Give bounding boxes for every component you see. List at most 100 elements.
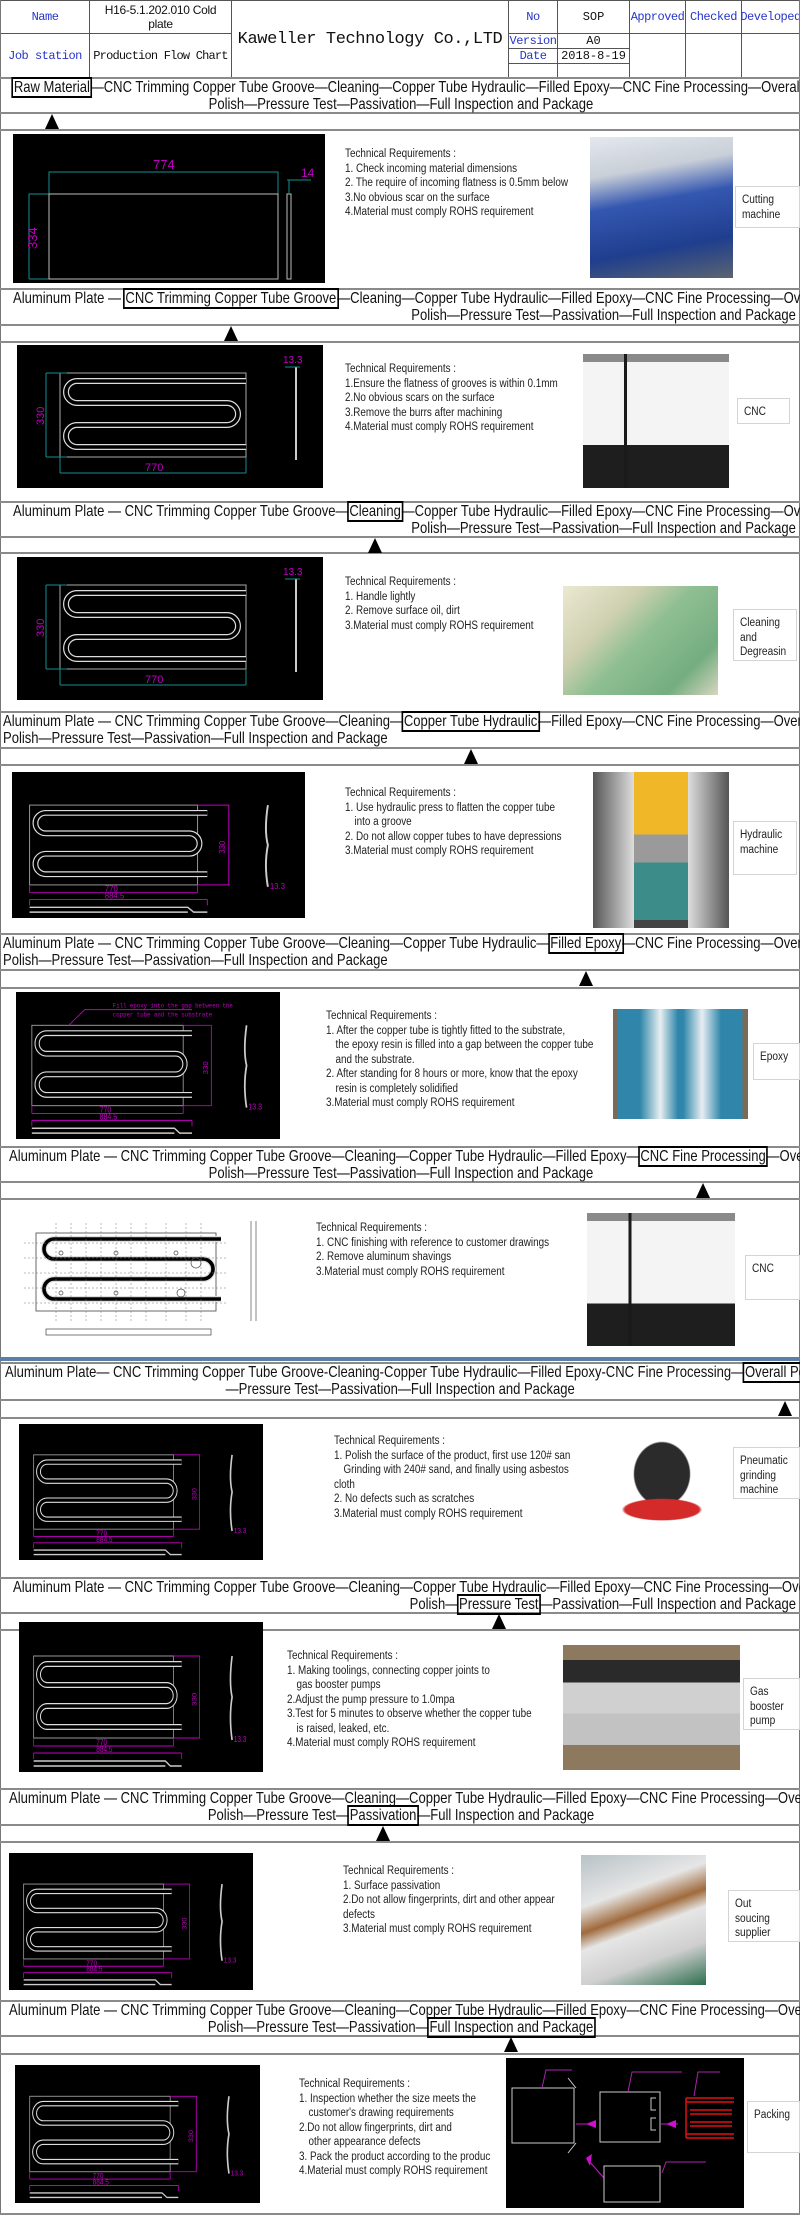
equipment-label-line: soucing [735, 1912, 770, 1925]
process-flow-text: Polish—Pressure Test—Passivation—Full In… [208, 1165, 593, 1183]
technical-requirements-title: Technical Requirements : [343, 1865, 455, 1877]
process-step-text: Aluminum Plate — CNC Trimming Copper Tub… [3, 935, 550, 952]
process-flow-line2: Polish—Pressure Test—Passivation—Full In… [3, 1805, 798, 1826]
drawing-note: copper tube and the substrate [113, 1011, 213, 1018]
technical-requirements: Technical Requirements : 1. Polish the su… [334, 1434, 570, 1521]
process-step-text: —Filled Epoxy—CNC Fine Processing—Overal… [538, 713, 800, 730]
process-step-text: —Passivation—Full Inspection and Package [539, 1596, 796, 1613]
packing-diagram [506, 2058, 744, 2208]
process-flow-text: Polish—Pressure Test—Passivation—Full In… [409, 1594, 796, 1615]
job-station-value: Production Flow Chart [93, 49, 228, 63]
requirement-item: 1. Inspection whether the size meets the [299, 2092, 477, 2105]
process-step-text: Aluminum Plate— CNC Trimming Copper Tube… [5, 1364, 745, 1381]
name-value: H16-5.1.202.010 Cold plate [104, 3, 217, 31]
current-step-arrow-icon [44, 114, 59, 129]
dimension-label: 774 [153, 157, 175, 172]
date-label-cell: Date [508, 48, 558, 64]
gas-booster-pump-photo [563, 1645, 740, 1770]
equipment-label-line: Out [735, 1898, 752, 1910]
process-flow-line1: Aluminum Plate— CNC Trimming Copper Tube… [3, 1362, 800, 1383]
process-step-text: Polish—Pressure Test—Passivation—Full In… [3, 952, 388, 969]
process-flow-text: Polish—Pressure Test—Passivation—Full In… [208, 96, 593, 114]
no-value-cell: SOP [557, 0, 630, 34]
epoxy-cans-photo [613, 1009, 748, 1119]
requirement-item: 1. Polish the surface of the product, fi… [334, 1449, 571, 1462]
technical-requirements: Technical Requirements : 1. Check incomin… [345, 147, 568, 220]
dimension-label: 884.5 [93, 2179, 109, 2186]
equipment-label: CNC [745, 1255, 800, 1300]
requirement-item: 2. No defects such as scratches [334, 1493, 475, 1505]
requirement-item: customer's drawing requirements [308, 2107, 454, 2119]
process-flow-text: —Pressure Test—Passivation—Full Inspecti… [226, 1381, 575, 1399]
current-step-highlight: Overall Polish [742, 1362, 800, 1383]
section-border-top [0, 552, 800, 554]
dimension-label: 884.5 [105, 892, 125, 901]
process-step-text: Aluminum Plate — CNC Trimming Copper Tub… [3, 713, 404, 730]
current-step-arrow-icon [491, 1614, 506, 1629]
process-flow-text: Polish—Pressure Test—Passivation—Full In… [411, 307, 796, 325]
technical-requirements: Technical Requirements : 1. Surface passi… [343, 1864, 555, 1937]
process-step-text: Aluminum Plate — CNC Trimming Copper Tub… [9, 1148, 640, 1165]
equipment-label-line: pump [750, 1715, 776, 1727]
page-border-bottom [0, 2213, 800, 2215]
equipment-label-text: Out soucing supplier [735, 1897, 791, 1941]
dimension-label: 330 [35, 619, 47, 637]
technical-requirements-title: Technical Requirements : [334, 1435, 446, 1447]
cleaning-tank-photo [563, 586, 718, 695]
process-flow-line1: Raw Material—CNC Trimming Copper Tube Gr… [3, 77, 800, 98]
equipment-label-line: Packing [754, 2109, 791, 2121]
requirement-item: 3.Material must comply ROHS requirement [326, 1097, 515, 1109]
copper-tube-outline [63, 590, 246, 662]
name-value-cell: H16-5.1.202.010 Cold plate [89, 0, 232, 34]
requirement-item: 2.No obvious scars on the surface [345, 392, 495, 404]
requirement-item: 4.Material must comply ROHS requirement [345, 421, 534, 433]
dimension-label: 13.3 [270, 882, 285, 891]
equipment-label-line: machine [742, 208, 781, 221]
process-flow-line1: Aluminum Plate — CNC Trimming Copper Tub… [3, 711, 800, 732]
requirement-item: 2. After standing for 8 hours or more, k… [326, 1068, 578, 1080]
copper-tube-outline [32, 2100, 179, 2165]
date-label: Date [519, 49, 547, 63]
version-label: Version [509, 34, 557, 48]
process-flow-row: Aluminum Plate — CNC Trimming Copper Tub… [0, 933, 800, 970]
process-flow-text: Aluminum Plate — CNC Trimming Copper Tub… [9, 2002, 800, 2020]
current-step-highlight: CNC Trimming Copper Tube Groove [122, 288, 339, 309]
process-flow-text: Aluminum Plate — CNC Trimming Copper Tub… [13, 501, 800, 522]
copper-tube-outline [34, 1030, 192, 1098]
technical-requirements-title: Technical Requirements : [287, 1650, 399, 1662]
requirement-item: 3.Material must comply ROHS requirement [343, 1923, 532, 1935]
section-separator [0, 1357, 800, 1361]
cad-drawing: 774 14 334 [13, 134, 325, 283]
current-step-highlight: Copper Tube Hydraulic [401, 711, 540, 732]
requirement-item: 4.Material must comply ROHS requirement [287, 1737, 476, 1749]
process-flow-line1: Aluminum Plate — CNC Trimming Copper Tub… [3, 288, 800, 309]
process-step-text: Aluminum Plate — CNC Trimming Copper Tub… [13, 503, 349, 520]
developed-signature-cell [741, 33, 800, 79]
approved-label: Approved [630, 10, 685, 24]
cad-drawing: 770 884.5 13.3 330 Fill epoxy into the gap b… [16, 992, 280, 1139]
process-flow-text: Raw Material—CNC Trimming Copper Tube Gr… [11, 77, 800, 98]
technical-requirements: Technical Requirements : 1. Use hydraulic… [345, 786, 562, 859]
current-step-arrow-icon [696, 1183, 711, 1198]
current-step-highlight: Passivation [346, 1805, 419, 1826]
dimension-label: 884.5 [96, 1744, 112, 1754]
section-border-top [0, 1417, 800, 1419]
copper-tube-outline [41, 1236, 221, 1302]
section-border-top [0, 2053, 800, 2055]
process-flow-line2: Polish—Pressure Test—Passivation—Full In… [3, 730, 798, 748]
version-label-cell: Version [508, 33, 558, 49]
equipment-label-text: Cutting machine [742, 193, 792, 222]
process-flow-line1: Aluminum Plate — CNC Trimming Copper Tub… [3, 933, 800, 954]
dimension-label: 884.5 [96, 1537, 112, 1544]
requirement-item: 3. Pack the product according to the pro… [299, 2150, 491, 2163]
process-step-text: —Cleaning—Copper Tube Hydraulic—Filled E… [337, 290, 800, 307]
process-step-text: Polish— [409, 1596, 459, 1613]
equipment-label: Packing [747, 2101, 800, 2153]
process-flow-text: Aluminum Plate— CNC Trimming Copper Tube… [5, 1362, 800, 1383]
equipment-label: Gas booster pump [743, 1678, 800, 1730]
process-step-text: Aluminum Plate — CNC Trimming Copper Tub… [9, 2002, 800, 2019]
section-border-top [0, 1841, 800, 1843]
equipment-label: CNC [737, 398, 790, 424]
section-border-top [0, 129, 800, 131]
process-flow-line2: Polish—Pressure Test—Passivation—Full In… [3, 1165, 798, 1183]
